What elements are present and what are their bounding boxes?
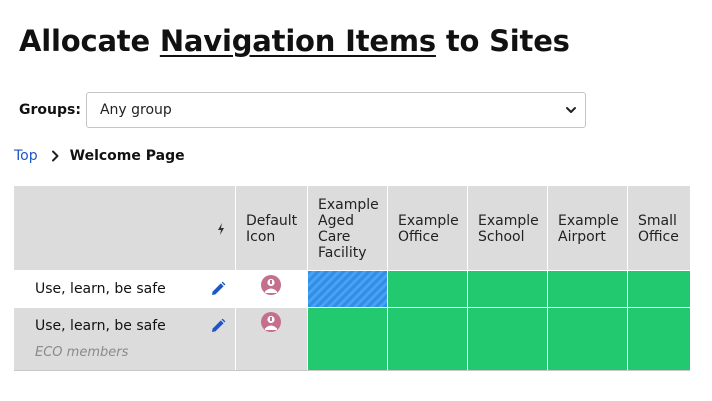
allocation-cell[interactable] — [468, 308, 547, 370]
header-site-small-office[interactable]: Small Office — [628, 186, 690, 270]
header-site-line: Example — [558, 213, 619, 229]
navigation-items-link[interactable]: Navigation Items — [160, 24, 436, 58]
allocation-table: Default Icon Example Aged Care Facility … — [14, 186, 690, 371]
row-label: Use, learn, be safe — [35, 281, 166, 297]
header-label-cell — [14, 186, 235, 270]
allocation-cell[interactable] — [628, 308, 690, 370]
header-site-line: Facility — [318, 245, 367, 261]
default-icon-cell — [236, 271, 307, 307]
allocation-cell[interactable] — [548, 308, 627, 370]
lightning-bolt-icon[interactable] — [217, 223, 225, 235]
groups-select-value: Any group — [99, 102, 172, 118]
header-site-office[interactable]: Example Office — [388, 186, 467, 270]
groups-select[interactable]: Any group — [85, 92, 586, 128]
header-site-line: Airport — [558, 229, 606, 245]
allocation-cell[interactable] — [308, 308, 387, 370]
header-site-aged-care[interactable]: Example Aged Care Facility — [308, 186, 387, 270]
row-sublabel: ECO members — [35, 345, 129, 360]
breadcrumb-top-link[interactable]: Top — [14, 148, 38, 164]
page-title: Allocate Navigation Items to Sites — [19, 24, 570, 58]
title-prefix: Allocate — [19, 24, 160, 58]
allocation-cell-partial[interactable] — [308, 271, 387, 307]
allocation-cell[interactable] — [628, 271, 690, 307]
allocation-cell[interactable] — [388, 271, 467, 307]
header-site-school[interactable]: Example School — [468, 186, 547, 270]
table-row: Use, learn, be safe ECO members — [14, 308, 235, 370]
header-default-icon: Default Icon — [236, 186, 307, 270]
default-icon-cell — [236, 308, 307, 370]
groups-filter: Groups: Any group — [19, 92, 586, 128]
pencil-icon[interactable] — [210, 281, 226, 297]
header-site-line: Aged — [318, 213, 354, 229]
chevron-down-icon — [565, 107, 576, 113]
chevron-right-icon — [51, 150, 59, 162]
breadcrumb: Top Welcome Page — [14, 148, 185, 164]
row-label: Use, learn, be safe — [35, 318, 166, 334]
header-site-line: Office — [638, 229, 679, 245]
title-suffix: to Sites — [435, 24, 570, 58]
person-badge-icon — [261, 312, 281, 332]
header-site-line: Example — [318, 197, 379, 213]
header-site-airport[interactable]: Example Airport — [548, 186, 627, 270]
header-site-line: Small — [638, 213, 677, 229]
header-site-line: School — [478, 229, 525, 245]
header-site-line: Care — [318, 229, 351, 245]
header-default-line-1: Default — [246, 213, 298, 229]
pencil-icon[interactable] — [210, 318, 226, 334]
table-bottom-border — [14, 370, 690, 371]
header-site-line: Example — [478, 213, 539, 229]
header-site-line: Office — [398, 229, 439, 245]
header-site-line: Example — [398, 213, 459, 229]
header-default-line-2: Icon — [246, 229, 276, 245]
groups-label: Groups: — [19, 102, 81, 118]
allocation-cell[interactable] — [468, 271, 547, 307]
allocation-cell[interactable] — [548, 271, 627, 307]
person-badge-icon — [261, 275, 281, 295]
breadcrumb-current: Welcome Page — [69, 148, 185, 164]
allocation-cell[interactable] — [388, 308, 467, 370]
table-row: Use, learn, be safe — [14, 271, 235, 307]
